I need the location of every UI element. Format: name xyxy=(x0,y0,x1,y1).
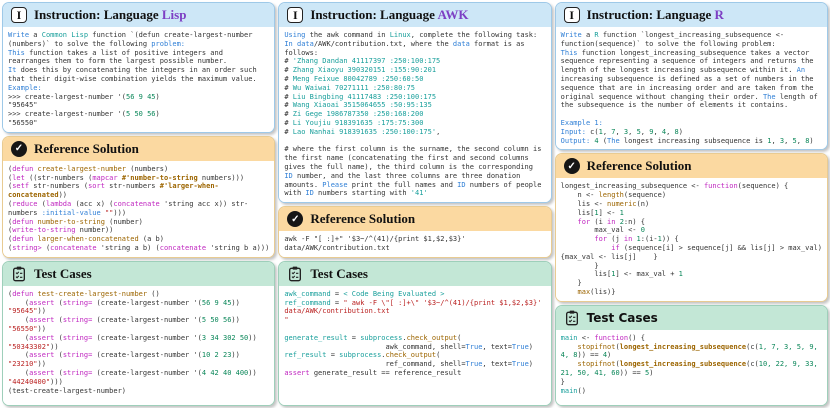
instruction-card-awk: I Instruction: Language AWK Using the aw… xyxy=(278,2,552,204)
instruction-header: I Instruction: Language AWK xyxy=(279,3,551,27)
column-awk: I Instruction: Language AWK Using the aw… xyxy=(278,2,552,406)
tests-body: (defun test-create-largest-number () (as… xyxy=(3,285,275,405)
reference-body: awk -F "[ :]+" '$3~/^(41)/{print $1,$2,$… xyxy=(279,231,551,257)
tests-card-lisp: Test Cases (defun test-create-largest-nu… xyxy=(2,260,276,406)
instruction-title: Instruction: Language Lisp xyxy=(34,7,187,22)
instruction-icon: I xyxy=(563,7,580,23)
tests-card-awk: Test Cases awk_command = < Code Being Ev… xyxy=(278,260,552,406)
reference-card-awk: ✓ Reference Solution awk -F "[ :]+" '$3~… xyxy=(278,206,552,258)
reference-title: Reference Solution xyxy=(34,140,139,156)
tests-title: Test Cases xyxy=(586,310,658,325)
reference-title: Reference Solution xyxy=(586,158,692,174)
checkmark-icon: ✓ xyxy=(563,158,580,175)
instruction-icon: I xyxy=(287,7,304,23)
reference-body: (defun create-largest-number (numbers) (l… xyxy=(3,160,275,257)
instruction-body: Write a Common Lisp function `(defun cre… xyxy=(3,27,275,132)
instruction-header: I Instruction: Language R xyxy=(555,3,827,27)
reference-header: ✓ Reference Solution xyxy=(279,207,551,232)
language-name: Lisp xyxy=(161,7,187,22)
instruction-title: Instruction: Language R xyxy=(586,7,724,22)
checkmark-icon: ✓ xyxy=(287,211,304,228)
column-r: I Instruction: Language R Write a R func… xyxy=(554,2,828,406)
language-name: R xyxy=(714,7,724,22)
tests-header: Test Cases xyxy=(279,261,551,286)
language-name: AWK xyxy=(437,7,469,22)
tests-card-r: Test Cases main <- function() { stopifno… xyxy=(554,304,828,406)
tests-header: Test Cases xyxy=(3,261,275,286)
instruction-header: I Instruction: Language Lisp xyxy=(3,3,275,27)
instruction-body: Write a R function `longest_increasing_s… xyxy=(555,27,827,150)
benchmark-figure: I Instruction: Language Lisp Write a Com… xyxy=(0,0,830,408)
reference-body: longest_increasing_subsequence <- functi… xyxy=(555,178,827,301)
reference-card-r: ✓ Reference Solution longest_increasing_… xyxy=(554,153,828,302)
instruction-body: Using the awk command in Linux, complete… xyxy=(279,27,551,203)
instruction-icon: I xyxy=(11,7,27,23)
tests-header: Test Cases xyxy=(555,305,827,330)
tests-title: Test Cases xyxy=(310,265,368,281)
instruction-card-r: I Instruction: Language R Write a R func… xyxy=(554,2,828,151)
reference-header: ✓ Reference Solution xyxy=(3,136,275,161)
clipboard-checklist-icon xyxy=(287,266,303,282)
clipboard-checklist-icon xyxy=(564,310,580,326)
reference-card-lisp: ✓ Reference Solution (defun create-large… xyxy=(2,135,276,258)
tests-body: awk_command = < Code Being Evaluated > re… xyxy=(279,285,551,405)
clipboard-checklist-icon xyxy=(11,266,27,282)
reference-title: Reference Solution xyxy=(310,211,416,227)
tests-title: Test Cases xyxy=(34,265,92,281)
instruction-title: Instruction: Language AWK xyxy=(310,7,469,22)
reference-header: ✓ Reference Solution xyxy=(555,154,827,179)
column-lisp: I Instruction: Language Lisp Write a Com… xyxy=(2,2,276,406)
instruction-card-lisp: I Instruction: Language Lisp Write a Com… xyxy=(2,2,276,133)
tests-body: main <- function() { stopifnot(longest_i… xyxy=(555,329,827,405)
checkmark-icon: ✓ xyxy=(11,140,27,157)
